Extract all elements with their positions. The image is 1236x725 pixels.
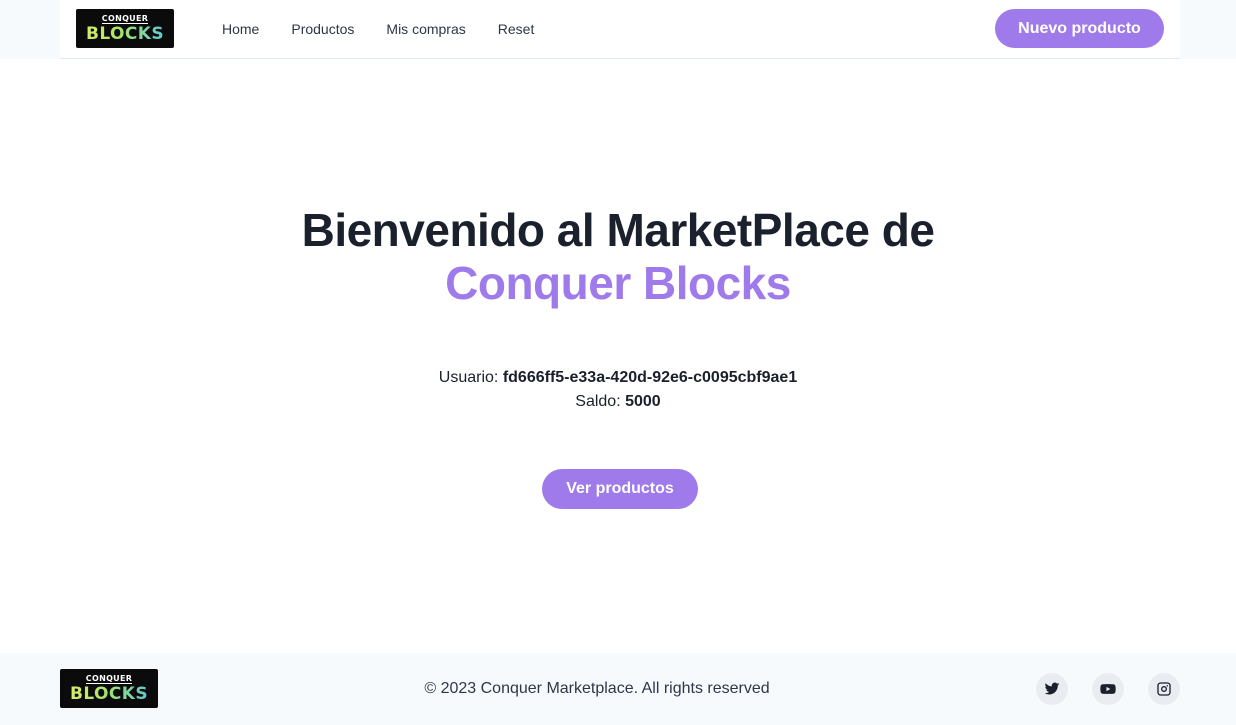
hero-title-line1: Bienvenido al MarketPlace de [301, 204, 935, 256]
twitter-button[interactable] [1036, 673, 1068, 705]
footer: CONQUER BLOCKS © 2023 Conquer Marketplac… [0, 653, 1236, 725]
nav-home[interactable]: Home [222, 21, 259, 37]
page: CONQUER BLOCKS Home Productos Mis compra… [0, 0, 1236, 725]
hero-title-brand: Conquer Blocks [445, 257, 791, 309]
main-nav: Home Productos Mis compras Reset [222, 0, 566, 57]
nav-productos[interactable]: Productos [291, 21, 354, 37]
account-info: Usuario: fd666ff5-e33a-420d-92e6-c0095cb… [0, 366, 1236, 414]
balance-row: Saldo: 5000 [0, 390, 1236, 414]
instagram-button[interactable] [1148, 673, 1180, 705]
nav-mis-compras[interactable]: Mis compras [386, 21, 465, 37]
twitter-icon [1044, 682, 1060, 695]
view-products-button[interactable]: Ver productos [542, 469, 698, 509]
user-row: Usuario: fd666ff5-e33a-420d-92e6-c0095cb… [0, 366, 1236, 390]
youtube-icon [1100, 684, 1116, 694]
logo-top-text: CONQUER [101, 14, 149, 24]
copyright-text: © 2023 Conquer Marketplace. All rights r… [424, 680, 770, 697]
user-id: fd666ff5-e33a-420d-92e6-c0095cbf9ae1 [502, 369, 798, 386]
instagram-icon [1157, 682, 1171, 696]
nav-reset[interactable]: Reset [498, 21, 535, 37]
balance-value: 5000 [625, 393, 661, 410]
conquer-blocks-logo[interactable]: CONQUER BLOCKS [76, 9, 174, 48]
top-navbar: CONQUER BLOCKS Home Productos Mis compra… [60, 0, 1180, 59]
new-product-button[interactable]: Nuevo producto [995, 9, 1164, 48]
user-label: Usuario: [438, 369, 499, 386]
balance-label: Saldo: [575, 393, 621, 410]
logo-bottom-text: BLOCKS [76, 24, 174, 44]
youtube-button[interactable] [1092, 673, 1124, 705]
hero-title: Bienvenido al MarketPlace de Conquer Blo… [0, 204, 1236, 310]
